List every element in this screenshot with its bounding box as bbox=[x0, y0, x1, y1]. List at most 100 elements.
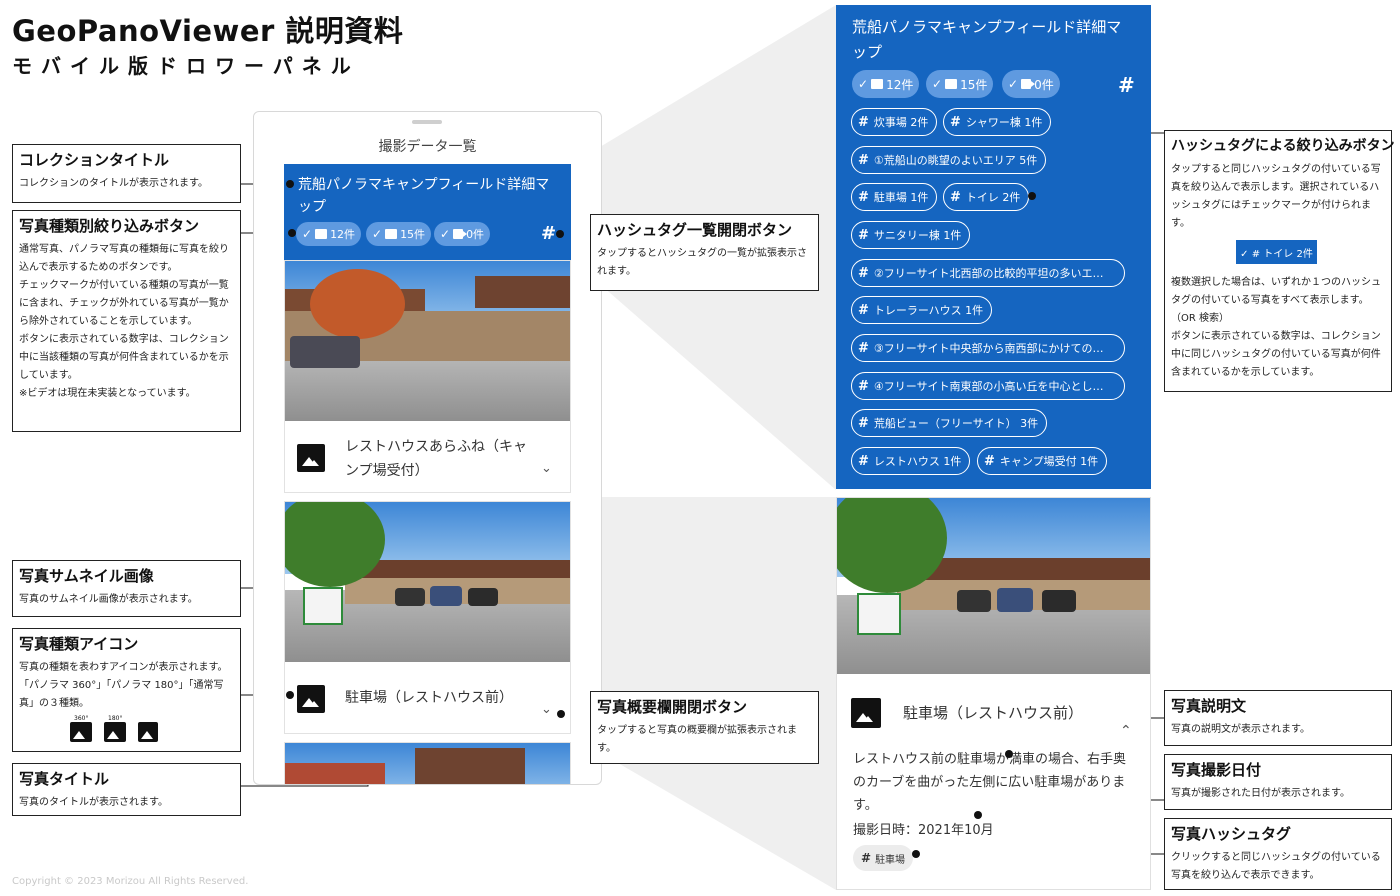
hashtag-label: 荒船ビュー（フリーサイト） 3件 bbox=[873, 417, 1039, 430]
annotation-body: 写真のサムネイル画像が表示されます。 bbox=[19, 594, 198, 605]
drawer-handle[interactable] bbox=[412, 120, 442, 124]
annotation-type-icon: 写真種類アイコン 写真の種類を表わすアイコンが表示されます。 「パノラマ 360… bbox=[12, 628, 241, 752]
filter-photo-chip[interactable]: ✓ 12件 bbox=[296, 222, 362, 246]
hashtag-chip[interactable]: # トイレ 2件 bbox=[943, 183, 1030, 211]
photo-card[interactable]: レストハウスあらふね（キャンプ場受付） ⌄ bbox=[284, 260, 571, 493]
hashtag-chip[interactable]: # ③フリーサイト中央部から南西部にかけての… bbox=[851, 334, 1125, 362]
connector-dot bbox=[912, 850, 920, 858]
hashtag-chip[interactable]: # シャワー棟 1件 bbox=[943, 108, 1052, 136]
hashtag-list-button[interactable]: # bbox=[1118, 73, 1135, 97]
photo-title: 駐車場（レストハウス前） bbox=[345, 690, 513, 706]
annotation-body: 通常写真、パノラマ写真の種類毎に写真を絞り込んで表示するためのボタンです。 チェ… bbox=[19, 244, 229, 399]
connector-dot bbox=[557, 710, 565, 718]
hash-icon: # bbox=[858, 340, 869, 356]
hash-icon: # bbox=[858, 189, 869, 205]
hashtag-chip[interactable]: # 荒船ビュー（フリーサイト） 3件 bbox=[851, 409, 1048, 437]
hashtag-chip[interactable]: # レストハウス 1件 bbox=[851, 447, 971, 475]
filter-panorama-count: 15件 bbox=[400, 228, 426, 241]
annotation-title: 写真サムネイル画像 bbox=[19, 567, 154, 585]
chevron-up-icon[interactable]: ⌃ bbox=[1120, 723, 1132, 739]
check-icon: ✓ bbox=[858, 77, 869, 91]
connector-dot bbox=[556, 230, 564, 238]
photo-description: レストハウス前の駐車場が満車の場合、右手奥のカーブを曲がった左側に広い駐車場があ… bbox=[853, 752, 1127, 813]
annotation-title: 写真ハッシュタグ bbox=[1171, 825, 1292, 843]
annotation-overview-toggle: 写真概要欄開閉ボタン タップすると写真の概要欄が拡張表示されます。 bbox=[590, 691, 819, 764]
photo-card[interactable] bbox=[284, 742, 571, 784]
hashtag-label: キャンプ場受付 1件 bbox=[999, 455, 1099, 468]
hashtag-list-button[interactable]: # bbox=[541, 223, 556, 244]
hash-icon: # bbox=[858, 265, 869, 281]
photo-icon bbox=[138, 722, 158, 742]
chevron-down-icon[interactable]: ⌄ bbox=[541, 702, 552, 717]
annotation-title: 写真種類アイコン bbox=[19, 635, 139, 653]
hashtag-chip[interactable]: # サニタリー棟 1件 bbox=[851, 221, 971, 249]
filter-video-chip[interactable]: ✓ 0件 bbox=[1002, 70, 1060, 98]
annotation-body: コレクションのタイトルが表示されます。 bbox=[19, 178, 208, 189]
photo-thumbnail[interactable] bbox=[285, 261, 570, 421]
connector-dot bbox=[288, 229, 296, 237]
filter-video-count: 0件 bbox=[466, 228, 485, 241]
hash-icon: # bbox=[861, 851, 872, 865]
video-icon bbox=[1021, 79, 1036, 89]
chevron-down-icon[interactable]: ⌄ bbox=[541, 461, 552, 476]
annotation-title: 写真撮影日付 bbox=[1171, 761, 1262, 779]
video-icon bbox=[453, 229, 468, 239]
photo-card[interactable]: 駐車場（レストハウス前） ⌄ bbox=[284, 501, 571, 734]
panorama-360-icon bbox=[70, 722, 92, 742]
photo-title: レストハウスあらふね（キャンプ場受付） bbox=[345, 439, 527, 479]
annotation-title: コレクションタイトル bbox=[19, 151, 170, 169]
filter-panorama-count: 15件 bbox=[960, 77, 988, 92]
filter-video-chip[interactable]: ✓ 0件 bbox=[434, 222, 491, 246]
photo-icon bbox=[315, 229, 328, 239]
photo-hashtag-chip[interactable]: # 駐車場 bbox=[853, 845, 914, 871]
hashtag-chip[interactable]: # ④フリーサイト南東部の小高い丘を中心とし… bbox=[851, 372, 1125, 400]
annotation-photo-desc: 写真説明文 写真の説明文が表示されます。 bbox=[1164, 690, 1392, 746]
annotation-title: ハッシュタグによる絞り込みボタン bbox=[1171, 138, 1395, 154]
filter-photo-chip[interactable]: ✓ 12件 bbox=[852, 70, 920, 98]
filter-panorama-chip[interactable]: ✓ 15件 bbox=[366, 222, 432, 246]
annotation-hashtag-open: ハッシュタグ一覧開閉ボタン タップするとハッシュタグの一覧が拡張表示されます。 bbox=[590, 214, 819, 291]
annotation-type-filter: 写真種類別絞り込みボタン 通常写真、パノラマ写真の種類毎に写真を絞り込んで表示す… bbox=[12, 210, 241, 432]
hashtag-label: 炊事場 2件 bbox=[873, 116, 929, 129]
hashtag-label: サニタリー棟 1件 bbox=[873, 229, 962, 242]
hashtag-label: トイレ 2件 bbox=[965, 191, 1021, 204]
hashtag-chip[interactable]: # ②フリーサイト北西部の比較的平坦の多いエ… bbox=[851, 259, 1125, 287]
annotation-body: 写真が撮影された日付が表示されます。 bbox=[1171, 788, 1350, 799]
hashtag-chip[interactable]: # ①荒船山の眺望のよいエリア 5件 bbox=[851, 146, 1047, 174]
photo-thumbnail[interactable] bbox=[285, 743, 570, 784]
pano360-label: 360° bbox=[74, 715, 89, 722]
hashtag-chip[interactable]: # トレーラーハウス 1件 bbox=[851, 296, 993, 324]
collection-title: 荒船パノラマキャンプフィールド詳細マップ bbox=[298, 177, 550, 215]
annotation-title: 写真種類別絞り込みボタン bbox=[19, 217, 200, 235]
annotation-body: 複数選択した場合は、いずれか１つのハッシュタグの付いている写真をすべて表示します… bbox=[1171, 277, 1381, 378]
connector-dot bbox=[1005, 750, 1013, 758]
photo-thumbnail[interactable] bbox=[837, 498, 1150, 674]
annotation-body: タップすると写真の概要欄が拡張表示されます。 bbox=[597, 725, 797, 754]
filter-panorama-chip[interactable]: ✓ 15件 bbox=[926, 70, 994, 98]
panorama-180-icon bbox=[104, 722, 126, 742]
filter-photo-count: 12件 bbox=[330, 228, 356, 241]
hashtag-chip[interactable]: # キャンプ場受付 1件 bbox=[977, 447, 1108, 475]
photo-type-icon bbox=[297, 685, 325, 713]
annotation-title: ハッシュタグ一覧開閉ボタン bbox=[597, 221, 793, 239]
annotation-body: クリックすると同じハッシュタグの付いている写真を絞り込んで表示できます。 bbox=[1171, 852, 1381, 881]
annotation-photo-hashtag: 写真ハッシュタグ クリックすると同じハッシュタグの付いている写真を絞り込んで表示… bbox=[1164, 818, 1392, 890]
hashtag-label: ②フリーサイト北西部の比較的平坦の多いエ… bbox=[873, 267, 1104, 280]
photo-detail-card: 駐車場（レストハウス前） ⌃ レストハウス前の駐車場が満車の場合、右手奥のカーブ… bbox=[836, 497, 1151, 890]
annotation-title: 写真概要欄開閉ボタン bbox=[597, 698, 748, 716]
filter-video-count: 0件 bbox=[1034, 77, 1054, 92]
photo-type-icon bbox=[851, 698, 881, 728]
photo-title: 駐車場（レストハウス前） bbox=[903, 704, 1084, 722]
pano180-label: 180° bbox=[108, 715, 123, 722]
annotation-body: 写真のタイトルが表示されます。 bbox=[19, 797, 168, 808]
annotation-photo-date: 写真撮影日付 写真が撮影された日付が表示されます。 bbox=[1164, 754, 1392, 810]
hashtag-chip[interactable]: # 炊事場 2件 bbox=[851, 108, 938, 136]
hashtag-chip[interactable]: # 駐車場 1件 bbox=[851, 183, 938, 211]
hashtag-label: ④フリーサイト南東部の小高い丘を中心とし… bbox=[873, 380, 1104, 393]
check-icon: ✓ bbox=[932, 77, 943, 91]
annotation-thumbnail: 写真サムネイル画像 写真のサムネイル画像が表示されます。 bbox=[12, 560, 241, 617]
photo-thumbnail[interactable] bbox=[285, 502, 570, 662]
hashtag-label: ①荒船山の眺望のよいエリア 5件 bbox=[873, 154, 1038, 167]
check-icon: ✓ bbox=[1008, 77, 1019, 91]
hash-icon: # bbox=[950, 114, 961, 130]
